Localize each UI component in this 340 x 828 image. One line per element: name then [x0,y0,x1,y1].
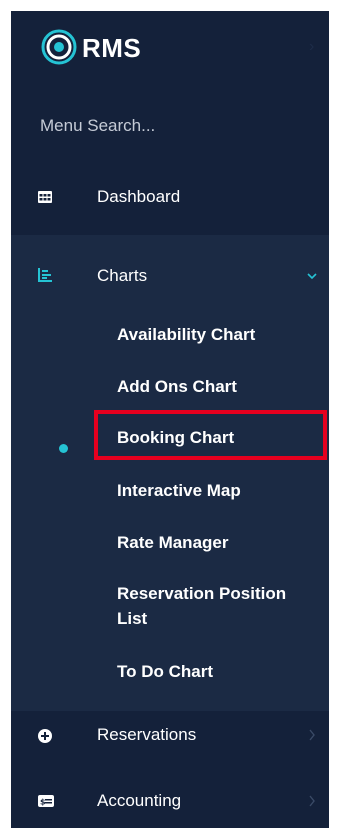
submenu-item-to-do-chart[interactable]: To Do Chart [117,659,307,684]
chevron-right-icon[interactable] [307,794,317,808]
menu-search-input[interactable]: Menu Search... [40,114,300,138]
submenu-item-interactive-map[interactable]: Interactive Map [117,478,307,503]
chevron-down-icon[interactable] [307,269,317,283]
plus-circle-icon [38,729,52,743]
collapse-sidebar-icon[interactable]: › [309,39,321,55]
nav-item-accounting[interactable]: $ Accounting [11,773,329,825]
nav-item-charts[interactable]: Charts [11,253,329,305]
nav-item-dashboard-label: Dashboard [97,187,181,206]
nav-item-dashboard[interactable]: Dashboard [11,171,329,223]
money-icon: $ [38,795,54,807]
submenu-item-availability-chart[interactable]: Availability Chart [117,322,307,347]
nav-item-reservations[interactable]: Reservations [11,709,329,761]
submenu-item-rate-manager[interactable]: Rate Manager [117,530,307,555]
chart-icon [38,268,52,282]
grid-table-icon [38,191,52,203]
nav-item-charts-label: Charts [97,266,148,285]
submenu-item-add-ons-chart[interactable]: Add Ons Chart [117,374,307,399]
highlight-box [94,410,327,460]
charts-group: Charts Availability Chart Add Ons Chart … [11,235,329,711]
logo-text: RMS [82,33,142,63]
nav-item-accounting-label: Accounting [97,791,182,810]
submenu-item-reservation-position-list[interactable]: Reservation Position List [117,581,302,631]
logo-row: RMS › [11,11,329,83]
chevron-right-icon[interactable] [307,728,317,742]
rms-logo-icon [41,29,77,65]
active-indicator-dot [59,444,68,453]
nav-item-reservations-label: Reservations [97,725,197,744]
sidebar: RMS › Menu Search... Dashboard Charts Av… [11,11,329,828]
